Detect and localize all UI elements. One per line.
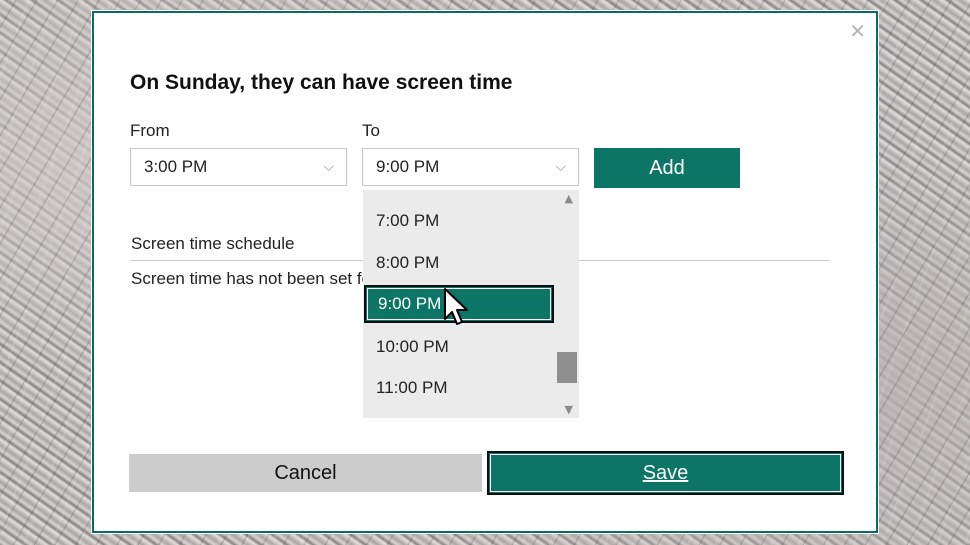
add-button[interactable]: Add — [594, 148, 740, 188]
schedule-heading: Screen time schedule — [131, 234, 295, 253]
scrollbar-thumb[interactable] — [557, 352, 577, 383]
from-label: From — [130, 121, 170, 140]
save-button[interactable]: Save — [487, 451, 844, 495]
schedule-empty-message: Screen time has not been set fo — [131, 269, 372, 288]
dropdown-option[interactable]: 11:00 PM — [364, 369, 554, 407]
chevron-down-icon: ⌵ — [323, 159, 334, 175]
dialog-title: On Sunday, they can have screen time — [130, 71, 513, 94]
to-select[interactable]: 9:00 PM ⌵ — [362, 148, 579, 186]
mouse-pointer-icon — [444, 288, 468, 325]
dropdown-option[interactable]: 8:00 PM — [364, 244, 554, 282]
cancel-button[interactable]: Cancel — [129, 454, 482, 492]
scroll-down-arrow-icon[interactable]: ▼ — [565, 403, 573, 416]
to-label: To — [362, 121, 380, 140]
chevron-down-icon: ⌵ — [555, 159, 566, 175]
to-dropdown-list[interactable]: ▲ 7:00 PM 8:00 PM 9:00 PM 10:00 PM 11:00… — [363, 190, 579, 418]
screen-time-dialog: ✕ On Sunday, they can have screen time F… — [91, 10, 879, 534]
dropdown-option[interactable]: 7:00 PM — [364, 202, 554, 240]
from-select-value: 3:00 PM — [144, 157, 208, 176]
dropdown-option[interactable]: 10:00 PM — [364, 328, 554, 366]
from-select[interactable]: 3:00 PM ⌵ — [130, 148, 347, 186]
to-select-value: 9:00 PM — [376, 157, 440, 176]
scroll-up-arrow-icon[interactable]: ▲ — [565, 192, 573, 205]
close-icon[interactable]: ✕ — [849, 19, 866, 43]
